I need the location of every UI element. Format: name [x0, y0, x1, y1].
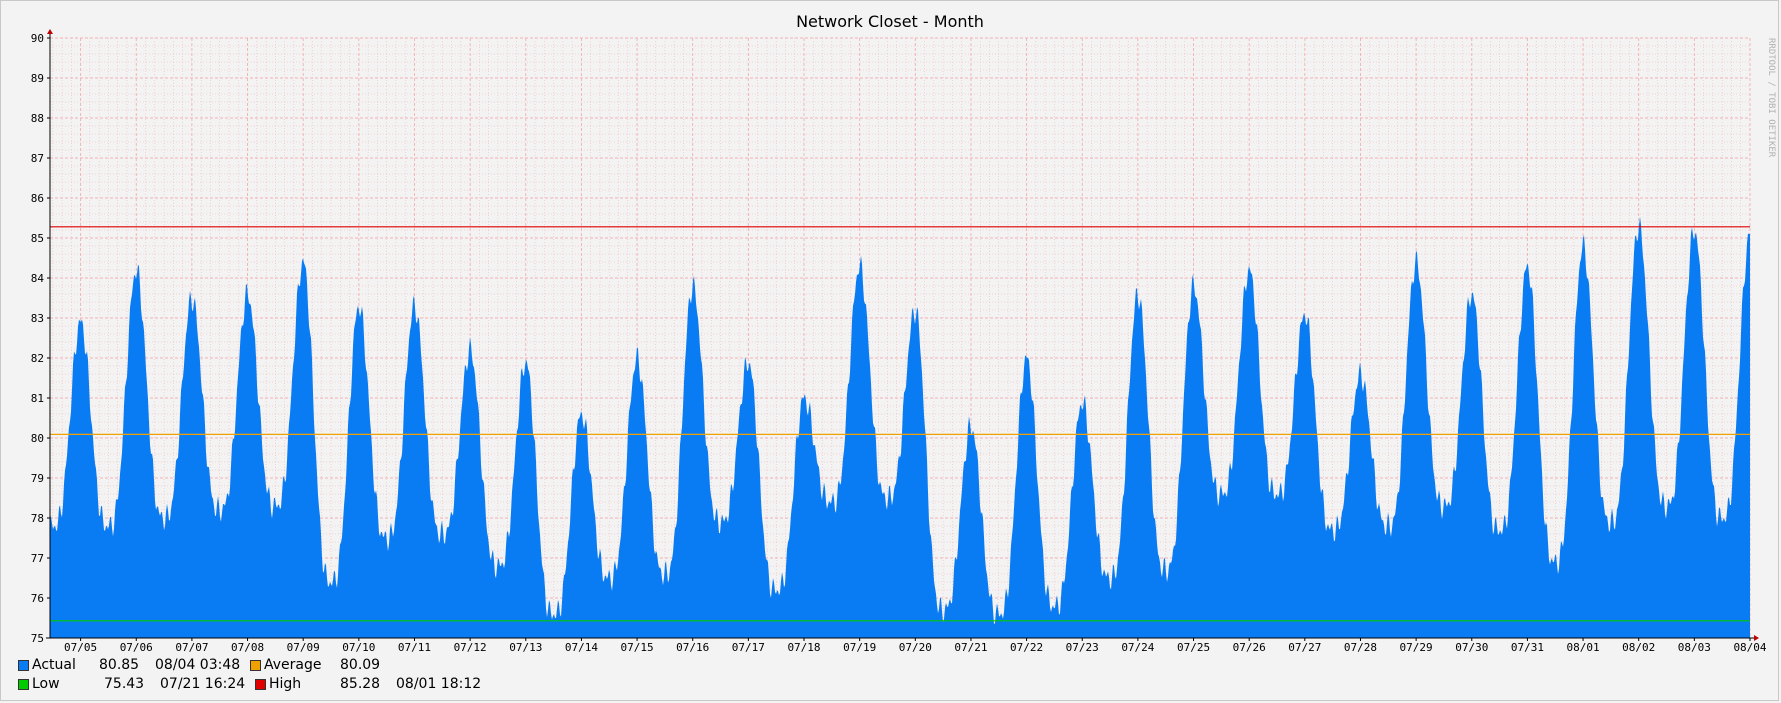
x-tick-label: 07/27	[1288, 641, 1321, 654]
legend-high-label: High	[269, 676, 302, 692]
actual-series-area	[50, 216, 1750, 638]
legend-actual-label: Actual	[32, 657, 76, 673]
x-tick-label: 07/29	[1400, 641, 1433, 654]
x-tick-label: 08/01	[1566, 641, 1599, 654]
x-tick-labels: 07/05 07/06 07/07 07/08 07/09 07/10 07/11 07/12…	[64, 638, 1767, 654]
actual-swatch	[18, 660, 29, 671]
y-tick-label: 79	[31, 472, 44, 485]
legend-high-value: 85.28	[340, 676, 381, 692]
legend-actual-time: 08/04 03:48	[155, 657, 241, 673]
x-tick-label: 07/16	[676, 641, 709, 654]
x-tick-label: 07/22	[1010, 641, 1043, 654]
chart-title: Network Closet - Month	[796, 12, 984, 31]
y-tick-label: 90	[31, 32, 44, 45]
actual-area	[50, 216, 1750, 638]
x-tick-label: 07/20	[899, 641, 932, 654]
y-tick-label: 76	[31, 592, 44, 605]
y-tick-label: 78	[31, 512, 44, 525]
legend-low-value: 75.43	[104, 676, 145, 692]
y-tick-label: 82	[31, 352, 44, 365]
y-tick-labels: 75 76 77 78 79 80 81 82 83 84 85 86 87 88 89 90	[31, 32, 50, 645]
x-tick-label: 07/09	[287, 641, 320, 654]
x-tick-label: 07/24	[1121, 641, 1154, 654]
y-axis-arrow	[47, 29, 53, 34]
x-tick-label: 07/19	[843, 641, 876, 654]
y-tick-label: 83	[31, 312, 44, 325]
x-tick-label: 07/05	[64, 641, 97, 654]
x-tick-label: 07/12	[454, 641, 487, 654]
x-tick-label: 08/04	[1733, 641, 1766, 654]
rrdtool-watermark: RRDTOOL / TOBI OETIKER	[1766, 38, 1776, 158]
high-swatch	[255, 679, 266, 690]
x-tick-label: 07/13	[509, 641, 542, 654]
y-tick-label: 85	[31, 232, 44, 245]
x-tick-label: 07/28	[1344, 641, 1377, 654]
legend-low-time: 07/21 16:24	[160, 676, 246, 692]
y-tick-label: 75	[31, 632, 44, 645]
x-tick-label: 07/30	[1455, 641, 1488, 654]
x-tick-label: 07/31	[1511, 641, 1544, 654]
y-tick-label: 84	[31, 272, 45, 285]
y-tick-label: 86	[31, 192, 44, 205]
x-tick-label: 07/10	[342, 641, 375, 654]
x-tick-label: 07/11	[398, 641, 431, 654]
y-tick-label: 89	[31, 72, 44, 85]
legend: Actual 80.85 08/04 03:48 Average 80.09 L…	[18, 657, 618, 695]
legend-actual-value: 80.85	[99, 657, 140, 673]
y-tick-label: 80	[31, 432, 44, 445]
x-tick-label: 07/23	[1066, 641, 1099, 654]
legend-row-1: Actual 80.85 08/04 03:48 Average 80.09	[18, 657, 618, 676]
y-tick-label: 81	[31, 392, 44, 405]
legend-low-label: Low	[32, 676, 60, 692]
x-tick-label: 07/15	[621, 641, 654, 654]
x-tick-label: 07/26	[1233, 641, 1266, 654]
x-tick-label: 08/02	[1622, 641, 1655, 654]
legend-average-label: Average	[264, 657, 322, 673]
low-swatch	[18, 679, 29, 690]
y-tick-label: 77	[31, 552, 44, 565]
x-tick-label: 08/03	[1678, 641, 1711, 654]
x-tick-label: 07/06	[120, 641, 153, 654]
x-tick-label: 07/25	[1177, 641, 1210, 654]
x-tick-label: 07/08	[231, 641, 264, 654]
y-tick-label: 87	[31, 152, 44, 165]
x-tick-label: 07/17	[732, 641, 765, 654]
average-swatch	[250, 660, 261, 671]
chart: Network Closet - Month RRDTOOL / TOBI OE…	[31, 12, 1776, 654]
legend-high-time: 08/01 18:12	[396, 676, 482, 692]
legend-average-value: 80.09	[340, 657, 381, 673]
y-tick-label: 88	[31, 112, 44, 125]
legend-row-2: Low 75.43 07/21 16:24 High 85.28 08/01 1…	[18, 676, 618, 695]
x-tick-label: 07/18	[787, 641, 820, 654]
x-tick-label: 07/21	[954, 641, 987, 654]
x-tick-label: 07/14	[565, 641, 598, 654]
x-tick-label: 07/07	[175, 641, 208, 654]
